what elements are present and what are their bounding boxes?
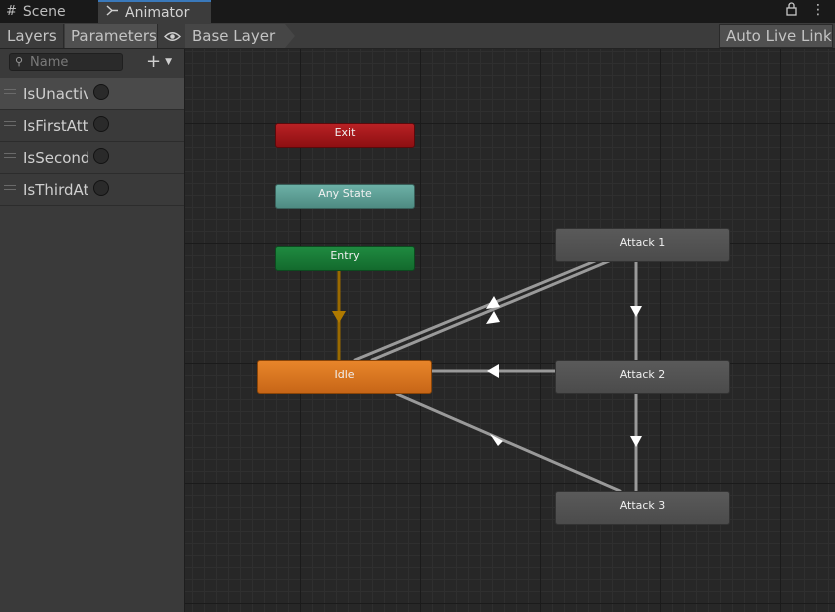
drag-handle-icon[interactable] (4, 89, 16, 94)
transition-idle-to-attack1[interactable] (370, 259, 611, 362)
state-any-state[interactable]: Any State (275, 184, 415, 209)
bool-toggle[interactable] (93, 180, 109, 196)
auto-live-link-button[interactable]: Auto Live Link (719, 24, 833, 48)
transition-attack1-to-idle[interactable] (353, 259, 597, 362)
state-idle[interactable]: Idle (257, 360, 432, 394)
chevron-down-icon: ▼ (165, 56, 173, 67)
parameter-name[interactable]: IsThirdAttack (23, 181, 88, 199)
arrow-down-icon (630, 306, 642, 317)
animator-toolbar: Layers Parameters Base Layer Auto Live L… (0, 23, 835, 49)
drag-handle-icon[interactable] (4, 185, 16, 190)
plus-icon: + (146, 51, 162, 72)
parameter-row[interactable]: IsFirstAttack (0, 110, 184, 142)
parameter-row[interactable]: IsUnactive (0, 78, 184, 110)
animator-icon (106, 5, 119, 20)
state-entry[interactable]: Entry (275, 246, 415, 271)
drag-handle-icon[interactable] (4, 121, 16, 126)
tab-animator-label: Animator (125, 4, 190, 21)
search-icon: ⚲ (15, 55, 24, 68)
parameter-name[interactable]: IsFirstAttack (23, 117, 88, 135)
grid-icon: # (6, 4, 17, 19)
bool-toggle[interactable] (93, 116, 109, 132)
more-menu-icon[interactable]: ⋮ (811, 2, 825, 20)
tab-bar: # Scene Animator ⋮ (0, 0, 835, 23)
breadcrumb[interactable]: Base Layer (185, 24, 285, 48)
state-machine-graph[interactable]: Exit Any State Entry Idle Attack 1 Attac… (185, 49, 835, 612)
tab-animator[interactable]: Animator (98, 0, 211, 23)
transition-attack3-to-idle[interactable] (395, 392, 622, 493)
search-input[interactable] (30, 54, 120, 70)
parameter-row[interactable]: IsThirdAttack (0, 174, 184, 206)
bool-toggle[interactable] (93, 148, 109, 164)
window-controls: ⋮ (786, 2, 825, 20)
parameter-name[interactable]: IsUnactive (23, 85, 88, 103)
arrow-left-icon (487, 364, 499, 378)
drag-handle-icon[interactable] (4, 153, 16, 158)
parameters-tab[interactable]: Parameters (65, 24, 158, 48)
parameter-row[interactable]: IsSecondAttack (0, 142, 184, 174)
parameters-panel: ⚲ + ▼ IsUnactive IsFirstAttack IsSecondA… (0, 49, 185, 612)
state-attack-2[interactable]: Attack 2 (555, 360, 730, 394)
parameter-search: ⚲ (9, 53, 123, 71)
parameter-name[interactable]: IsSecondAttack (23, 149, 88, 167)
add-parameter-button[interactable]: + ▼ (146, 51, 172, 72)
parameter-list: IsUnactive IsFirstAttack IsSecondAttack … (0, 78, 184, 206)
state-attack-1[interactable]: Attack 1 (555, 228, 730, 262)
arrow-down-icon (332, 311, 346, 323)
bool-toggle[interactable] (93, 84, 109, 100)
state-attack-3[interactable]: Attack 3 (555, 491, 730, 525)
tab-scene[interactable]: # Scene (6, 0, 66, 23)
tab-scene-label: Scene (22, 3, 66, 20)
breadcrumb-arrow (285, 24, 295, 48)
state-exit[interactable]: Exit (275, 123, 415, 148)
eye-icon[interactable] (159, 24, 185, 48)
arrow-down-icon (630, 436, 642, 447)
lock-icon[interactable] (786, 2, 797, 20)
layers-tab[interactable]: Layers (0, 24, 64, 48)
